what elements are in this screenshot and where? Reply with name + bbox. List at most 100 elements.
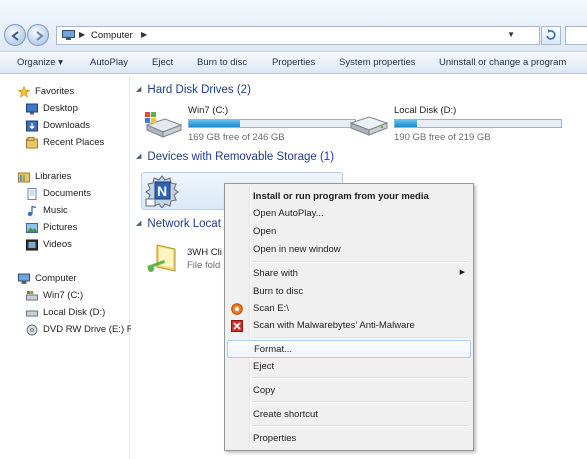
- collapse-triangle-icon: ◢: [136, 153, 142, 160]
- menu-properties[interactable]: Properties: [227, 430, 471, 448]
- drive-d-usage-fill: [395, 120, 417, 127]
- group-network-label: Network Locat: [147, 218, 221, 230]
- menu-open-new-window-label: Open in new window: [253, 244, 341, 255]
- breadcrumb-separator-icon: ▶: [79, 30, 86, 39]
- windows-drive-icon: [145, 112, 183, 138]
- search-input[interactable]: [565, 26, 587, 45]
- malwarebytes-icon: [231, 320, 243, 332]
- pictures-icon: [26, 222, 38, 234]
- address-field[interactable]: ▶ Computer ▶ ▼: [56, 26, 540, 45]
- drive-c-usage-fill: [189, 120, 241, 127]
- uninstall-program-button[interactable]: Uninstall or change a program: [439, 57, 566, 68]
- forward-arrow-icon: [36, 31, 44, 41]
- back-button[interactable]: [4, 24, 26, 46]
- submenu-arrow-icon: ▶: [459, 269, 465, 276]
- address-dropdown-icon[interactable]: ▼: [507, 30, 515, 39]
- drive-d-name: Local Disk (D:): [394, 105, 457, 116]
- collapse-triangle-icon: ◢: [136, 220, 142, 227]
- menu-burn-to-disc[interactable]: Burn to disc: [227, 283, 471, 301]
- drive-c-free-space: 169 GB free of 246 GB: [188, 132, 285, 143]
- menu-eject-label: Eject: [253, 361, 275, 372]
- nav-win7-label: Win7 (C:): [43, 290, 84, 301]
- menu-open-autoplay[interactable]: Open AutoPlay...: [227, 205, 471, 223]
- nav-desktop-label: Desktop: [43, 103, 78, 114]
- nav-localdisk-label: Local Disk (D:): [43, 307, 106, 318]
- network-folder-icon: [147, 244, 176, 272]
- group-removable-label: Devices with Removable Storage (1): [147, 151, 335, 163]
- computer-icon: [62, 30, 75, 40]
- antivirus-scan-icon: [231, 303, 243, 315]
- menu-eject[interactable]: Eject: [227, 358, 471, 376]
- nav-music-label: Music: [43, 205, 68, 216]
- drive-d-usage-bar: [394, 119, 562, 128]
- drive-c-usage-bar: [188, 119, 356, 128]
- nav-favorites-label: Favorites: [35, 86, 75, 97]
- group-header-removable-storage[interactable]: ◢ Devices with Removable Storage (1): [136, 151, 334, 163]
- command-bar: Organize ▾ AutoPlay Eject Burn to disc P…: [0, 52, 587, 74]
- menu-format-label: Format...: [254, 344, 293, 355]
- menu-burn-label: Burn to disc: [253, 286, 304, 297]
- breadcrumb-arrow-icon[interactable]: ▶: [141, 30, 147, 39]
- menu-open-label: Open: [253, 226, 277, 237]
- autorun-program-icon: N: [145, 175, 179, 208]
- refresh-icon: [546, 29, 556, 40]
- nav-computer-label: Computer: [35, 273, 77, 284]
- network-item-type: File fold: [187, 260, 221, 271]
- nav-dvd-label: DVD RW Drive (E:) Re: [43, 324, 139, 335]
- videos-icon: [26, 239, 38, 251]
- system-properties-button[interactable]: System properties: [339, 57, 416, 68]
- drive-d-free-space: 190 GB free of 219 GB: [394, 132, 491, 143]
- menu-format[interactable]: Format...: [227, 340, 471, 358]
- documents-icon: [26, 188, 38, 200]
- menu-separator: [253, 401, 469, 403]
- context-menu: Install or run program from your media O…: [224, 183, 474, 451]
- recent-places-icon: [26, 137, 38, 149]
- collapse-triangle-icon: ◢: [136, 86, 142, 93]
- menu-scan-e[interactable]: Scan E:\: [227, 300, 471, 318]
- group-hdd-label: Hard Disk Drives (2): [147, 84, 251, 96]
- address-bar-area: ▶ Computer ▶ ▼: [0, 0, 587, 52]
- menu-copy[interactable]: Copy: [227, 382, 471, 400]
- menu-separator: [253, 377, 469, 379]
- organize-button[interactable]: Organize ▾: [17, 57, 63, 68]
- menu-scan-malwarebytes[interactable]: Scan with Malwarebytes' Anti-Malware: [227, 317, 471, 335]
- menu-malwarebytes-label: Scan with Malwarebytes' Anti-Malware: [253, 320, 415, 331]
- hard-drive-icon: [26, 307, 38, 319]
- navigation-pane: Favorites Desktop Downloads Recent Place…: [0, 75, 139, 459]
- nav-videos-label: Videos: [43, 239, 72, 250]
- svg-text:N: N: [157, 183, 167, 199]
- menu-open[interactable]: Open: [227, 223, 471, 241]
- back-arrow-icon: [11, 31, 19, 41]
- group-header-hard-disk-drives[interactable]: ◢ Hard Disk Drives (2): [136, 84, 251, 96]
- menu-separator: [253, 337, 469, 339]
- breadcrumb-computer[interactable]: Computer: [91, 30, 133, 41]
- nav-recent-label: Recent Places: [43, 137, 105, 148]
- burn-to-disc-button[interactable]: Burn to disc: [197, 57, 247, 68]
- eject-button[interactable]: Eject: [152, 57, 173, 68]
- menu-scan-label: Scan E:\: [253, 303, 289, 314]
- desktop-icon: [26, 103, 38, 115]
- properties-button[interactable]: Properties: [272, 57, 315, 68]
- computer-icon: [18, 273, 30, 285]
- refresh-button[interactable]: [541, 26, 561, 45]
- star-icon: [17, 85, 31, 98]
- nav-libraries-label: Libraries: [35, 171, 72, 182]
- menu-create-shortcut[interactable]: Create shortcut: [227, 406, 471, 424]
- group-header-network-locations[interactable]: ◢ Network Locat: [136, 218, 221, 230]
- nav-downloads-label: Downloads: [43, 120, 90, 131]
- network-item-name: 3WH Cli: [187, 247, 222, 258]
- nav-pictures-label: Pictures: [43, 222, 78, 233]
- menu-share-with[interactable]: Share with ▶: [227, 265, 471, 283]
- menu-separator: [253, 425, 469, 427]
- menu-separator: [253, 261, 469, 263]
- nav-documents-label: Documents: [43, 188, 92, 199]
- dvd-drive-icon: [26, 324, 38, 336]
- menu-install-or-run[interactable]: Install or run program from your media: [227, 188, 471, 206]
- menu-create-shortcut-label: Create shortcut: [253, 409, 318, 420]
- music-icon: [26, 205, 38, 217]
- menu-install-label: Install or run program from your media: [253, 191, 429, 202]
- forward-button[interactable]: [27, 24, 49, 46]
- menu-open-new-window[interactable]: Open in new window: [227, 241, 471, 259]
- downloads-folder-icon: [26, 120, 38, 132]
- autoplay-button[interactable]: AutoPlay: [90, 57, 128, 68]
